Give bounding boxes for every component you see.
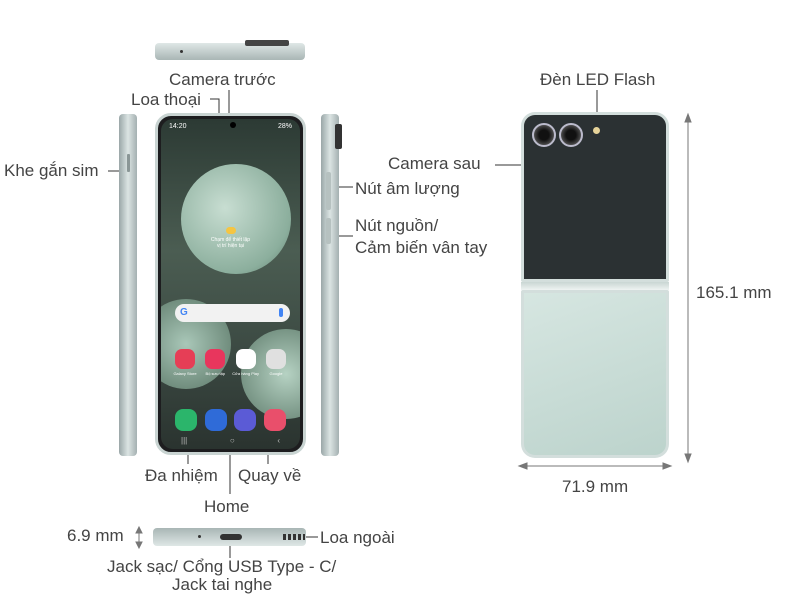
app-dock [171,409,290,431]
label-height: 165.1 mm [696,283,772,302]
app-label: Google [269,371,283,376]
label-sim-slot: Khe gắn sim [4,161,99,180]
label-flash: Đèn LED Flash [540,70,656,89]
label-usb-1: Jack sạc/ Cổng USB Type - C/ [107,557,337,576]
google-folder-icon [265,349,286,369]
phone-icon [174,409,197,431]
label-power-2: Cảm biến vân tay [355,238,488,257]
rear-camera-lens [559,123,583,147]
app-gallery: Bộ sưu tập [201,349,229,376]
messages-icon [204,409,227,431]
hinge-edge [245,40,289,46]
app-galaxy-store: Galaxy Store [171,349,199,376]
play-store-icon [235,349,256,369]
weather-line2: vị trí hiện tại [217,243,244,249]
app-play-store: Cửa hàng Play [232,349,260,376]
label-width: 71.9 mm [562,477,629,496]
app-label: Cửa hàng Play [232,371,259,376]
back-lower-panel [521,290,669,458]
label-camera-rear: Camera sau [388,154,481,173]
front-camera-hole [230,122,236,128]
phone-screen: 14:20 28% Chạm để thiết lập vị trí hiện … [161,119,300,449]
mic-icon [279,308,283,317]
usb-c-port [220,534,242,540]
left-side-view [119,114,137,456]
mic-hole [198,535,201,538]
app-label: Galaxy Store [173,371,197,376]
nav-bar: ||| ○ ‹ [181,436,280,445]
internet-icon [234,409,257,431]
google-search-bar: G [175,304,290,322]
label-volume: Nút âm lượng [355,179,460,198]
camera-bump [335,124,342,149]
google-g-icon: G [180,307,188,318]
recent-apps-icon: ||| [181,436,188,445]
top-edge-view [155,40,305,60]
speaker-grille [283,534,305,540]
app-google: Google [262,349,290,376]
hinge [521,282,669,290]
weather-widget: Chạm để thiết lập vị trí hiện tại [161,227,300,249]
weather-icon [225,227,236,234]
camera-app-icon [264,409,287,431]
status-time: 14:20 [169,123,187,130]
wallpaper-shape [181,164,291,274]
back-icon: ‹ [277,436,280,445]
front-view-phone: 14:20 28% Chạm để thiết lập vị trí hiện … [155,113,306,455]
app-row: Galaxy Store Bộ sưu tập Cửa hàng Play Go… [171,349,290,376]
back-cover-screen [521,112,669,282]
power-button [326,218,331,244]
label-recent: Đa nhiệm [145,466,218,485]
label-power-1: Nút nguồn/ [355,216,439,235]
gallery-icon [205,349,226,369]
status-battery: 28% [277,123,292,130]
home-icon: ○ [229,436,235,445]
sim-tray [127,154,130,172]
label-home: Home [204,497,250,516]
galaxy-store-icon [175,349,195,369]
label-usb-2: Jack tai nghe [172,575,273,594]
app-label: Bộ sưu tập [205,371,226,376]
label-speaker: Loa ngoài [320,528,395,547]
volume-button [326,172,331,210]
label-back: Quay về [238,466,302,485]
label-camera-front: Camera trước [169,70,276,89]
led-flash [593,127,600,134]
label-earpiece: Loa thoại [131,90,201,109]
mic-hole [180,50,183,53]
rear-camera-lens [532,123,556,147]
right-side-view [321,114,342,456]
label-thickness: 6.9 mm [67,526,124,545]
